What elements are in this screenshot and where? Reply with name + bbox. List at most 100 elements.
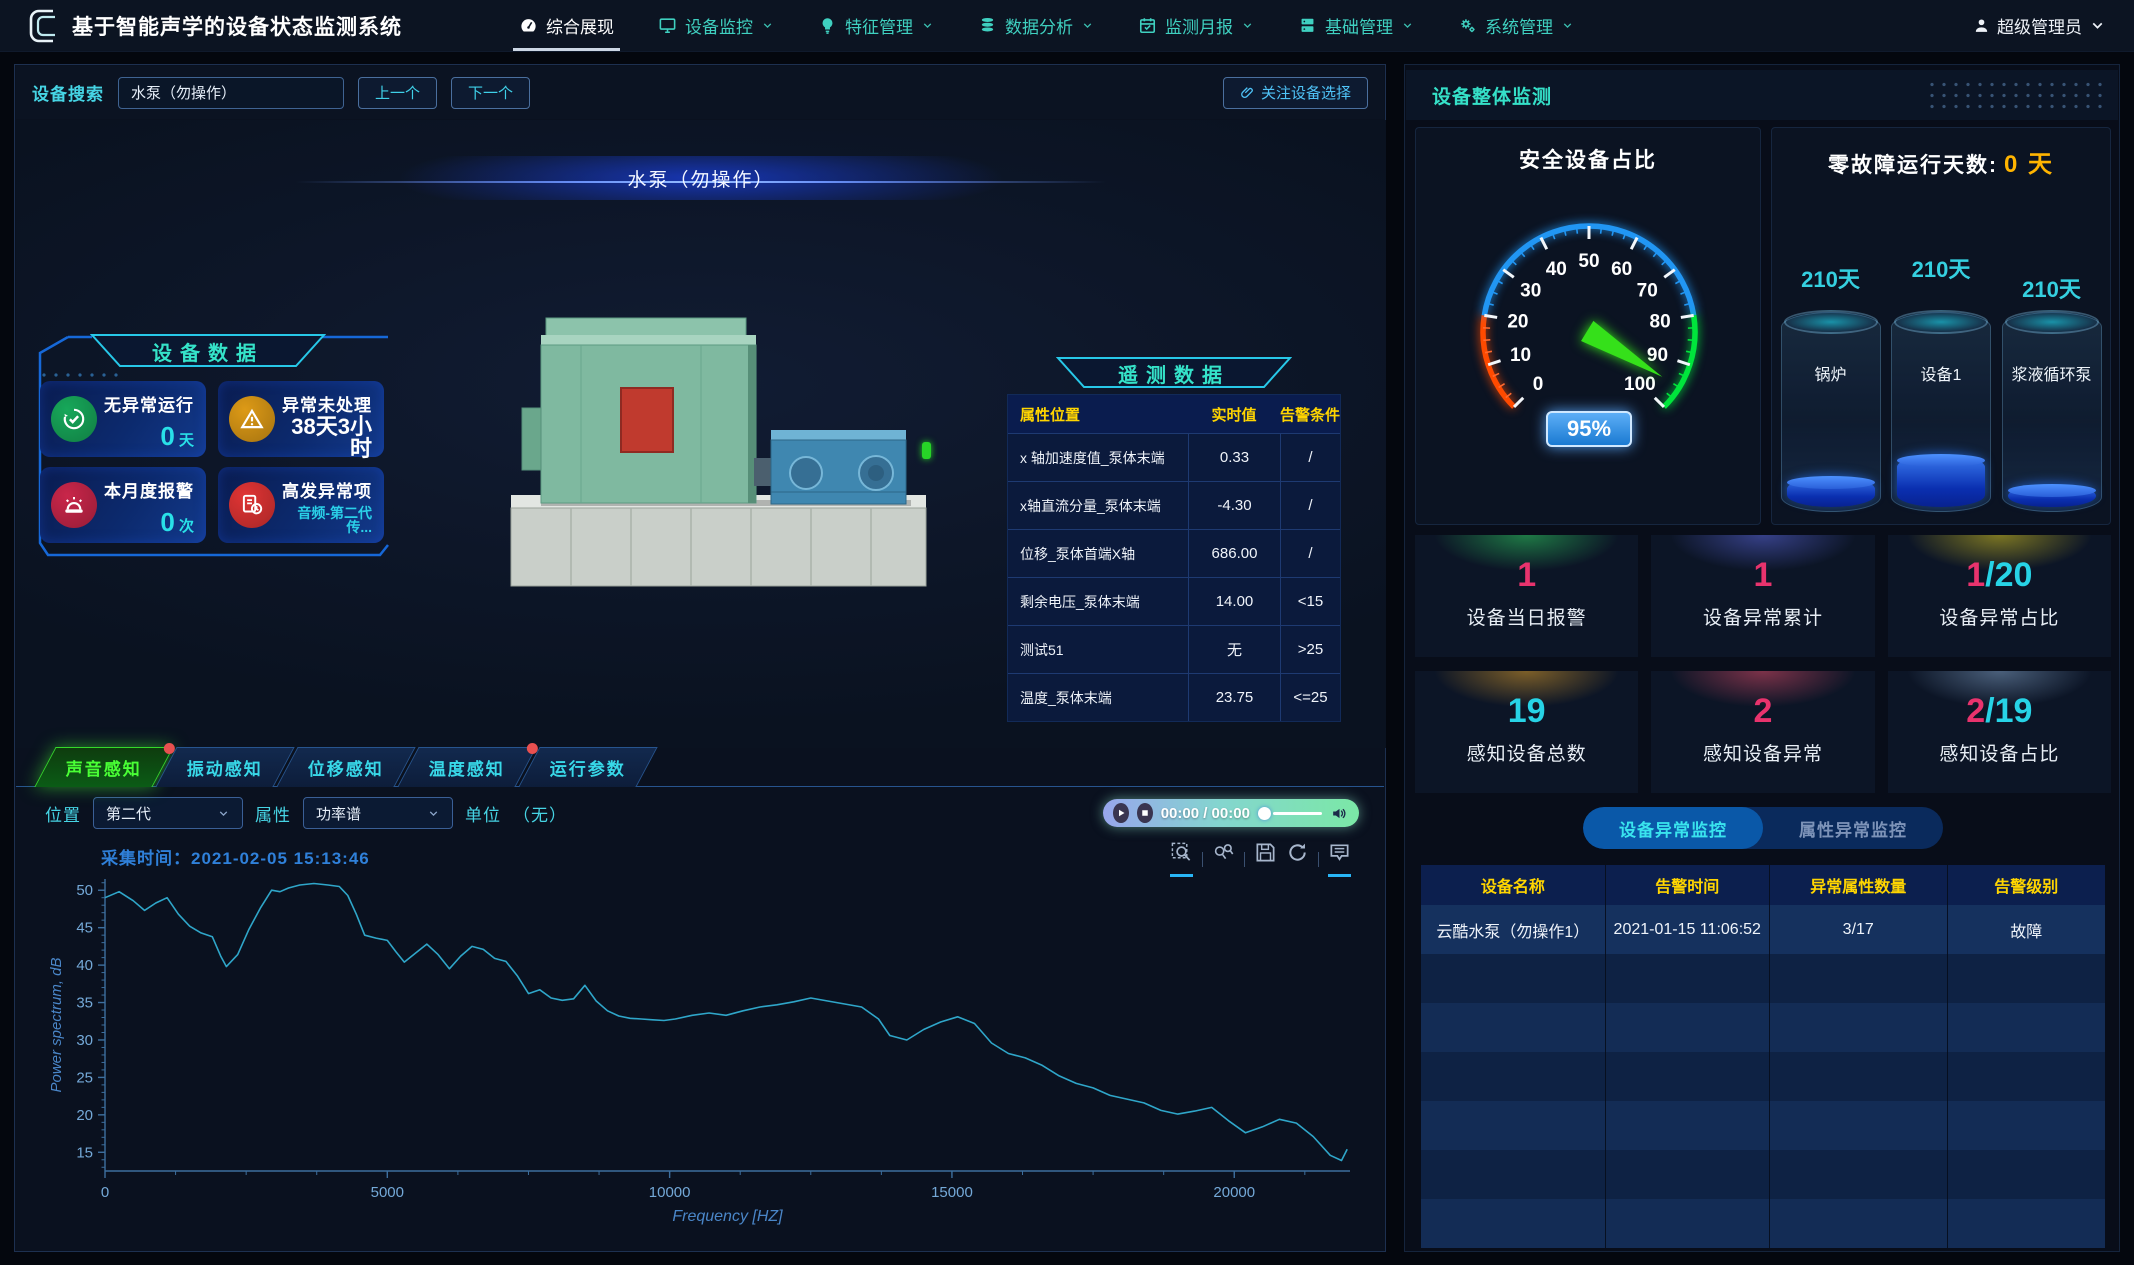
alarm-cell-6-2: [1770, 1199, 1948, 1248]
device-data-card-texts: 无异常运行0 天: [102, 391, 194, 449]
stat-card-4: 2 感知设备异常: [1651, 671, 1874, 793]
device-data-card-label: 本月度报警: [102, 477, 194, 502]
device-data-card-1: 异常未处理38天3小时: [218, 381, 384, 457]
cylinder-liquid: [1787, 477, 1875, 507]
alarm-tab-1[interactable]: 属性异常监控: [1763, 807, 1943, 849]
user-name: 超级管理员: [1997, 13, 2082, 38]
device-search-input[interactable]: [118, 77, 344, 109]
alarm-cell-6-3: [1948, 1199, 2105, 1248]
speaker-icon[interactable]: [1330, 804, 1349, 823]
nav-item-3[interactable]: 数据分析: [956, 0, 1116, 51]
svg-text:15000: 15000: [931, 1184, 973, 1201]
sensing-tab-label: 运行参数: [550, 755, 626, 780]
nav-item-2[interactable]: 特征管理: [796, 0, 956, 51]
cylinder-1: 设备1: [1891, 312, 1991, 512]
sensing-tab-label: 位移感知: [308, 755, 384, 780]
follow-device-select-button[interactable]: 关注设备选择: [1223, 77, 1368, 109]
svg-text:50: 50: [1578, 251, 1599, 272]
alarm-tab-0[interactable]: 设备异常监控: [1583, 807, 1763, 849]
chart-controls-row: 位置 第二代 属性 功率谱 单位 （无） 00:00 / 00:00: [45, 795, 1359, 831]
nav-item-5[interactable]: 基础管理: [1276, 0, 1436, 51]
audio-player: 00:00 / 00:00: [1103, 799, 1359, 827]
telemetry-value: -4.30: [1188, 482, 1280, 529]
alarm-header-3: 告警级别: [1948, 865, 2105, 905]
alarm-cell-6-1: [1606, 1199, 1770, 1248]
user-menu[interactable]: 超级管理员: [1973, 13, 2106, 38]
alarm-icon: [51, 482, 97, 528]
position-select[interactable]: 第二代: [93, 797, 243, 829]
prev-device-button[interactable]: 上一个: [358, 77, 437, 109]
gear-icon: [1458, 16, 1477, 35]
telemetry-condition: /: [1280, 530, 1340, 577]
sensing-tab-0[interactable]: 声音感知: [34, 747, 173, 787]
svg-text:0: 0: [1533, 374, 1544, 395]
next-device-button[interactable]: 下一个: [451, 77, 530, 109]
stat-value: 2/19: [1888, 693, 2111, 730]
device-search-row: 设备搜索 上一个 下一个 关注设备选择: [16, 66, 1384, 119]
play-button[interactable]: [1113, 803, 1129, 823]
cylinder-column-1: 210天设备1: [1889, 252, 1993, 512]
attribute-select[interactable]: 功率谱: [303, 797, 453, 829]
svg-text:Power spectrum, dB: Power spectrum, dB: [48, 957, 65, 1092]
stop-button[interactable]: [1137, 803, 1153, 823]
nav-item-1[interactable]: 设备监控: [636, 0, 796, 51]
telemetry-value: 14.00: [1188, 578, 1280, 625]
position-label: 位置: [45, 801, 81, 826]
sensing-tab-1[interactable]: 振动感知: [155, 747, 294, 787]
alarm-cell-2-1: [1606, 1003, 1770, 1052]
nav-item-4[interactable]: 监测月报: [1116, 0, 1276, 51]
stat-card-2: 1/20设备异常占比: [1888, 535, 2111, 657]
telemetry-attr: 温度_泵体末端: [1008, 674, 1188, 721]
spectrum-chart[interactable]: 152025303540455005000100001500020000Freq…: [19, 871, 1364, 1249]
device-data-card-0: 无异常运行0 天: [40, 381, 206, 457]
chevron-down-icon: [217, 807, 230, 820]
svg-text:0: 0: [101, 1184, 109, 1201]
sensing-tab-4[interactable]: 运行参数: [518, 747, 657, 787]
stat-value: 2: [1651, 693, 1874, 730]
telemetry-title: 遥测数据: [1056, 356, 1292, 390]
seek-slider-track[interactable]: [1273, 812, 1322, 815]
stat-label: 感知设备异常: [1651, 739, 1874, 766]
alarm-cell-1-2: [1770, 954, 1948, 1003]
telemetry-row-3: 剩余电压_泵体末端14.00<15: [1008, 577, 1340, 625]
cylinder-name: 设备1: [1898, 365, 1984, 387]
telemetry-value: 无: [1188, 626, 1280, 673]
nav-item-0[interactable]: 综合展现: [497, 0, 636, 51]
toolbar-separator: [1202, 852, 1203, 867]
alarm-cell-0-1: 2021-01-15 11:06:52: [1606, 905, 1770, 954]
cylinder-0: 锅炉: [1781, 312, 1881, 512]
device-data-title-plate: 设备数据: [90, 333, 326, 369]
sensing-tab-3[interactable]: 温度感知: [397, 747, 536, 787]
3d-viewport[interactable]: 水泵（勿操作）: [16, 120, 1386, 748]
alarm-row-1: [1421, 954, 2105, 1003]
alarm-row-4: [1421, 1101, 2105, 1150]
user-icon: [1973, 17, 1990, 34]
bulb-icon: [818, 16, 837, 35]
svg-text:35: 35: [76, 995, 93, 1012]
alarm-cell-0-3: 故障: [1948, 905, 2105, 954]
chevron-down-icon: [2089, 17, 2106, 34]
alarm-cell-2-0: [1421, 1003, 1606, 1052]
svg-text:100: 100: [1624, 374, 1656, 395]
alarm-row-6: [1421, 1199, 2105, 1248]
alarm-row-2: [1421, 1003, 2105, 1052]
device-data-card-value: 38天3小时: [280, 416, 372, 460]
dashboard-icon: [519, 16, 538, 35]
alarm-row-3: [1421, 1052, 2105, 1101]
nav-item-6[interactable]: 系统管理: [1436, 0, 1596, 51]
svg-text:10000: 10000: [649, 1184, 691, 1201]
stat-label: 设备异常累计: [1651, 603, 1874, 630]
device-data-card-texts: 高发异常项音频-第二代传...: [280, 477, 372, 535]
alarm-cell-3-0: [1421, 1052, 1606, 1101]
telemetry-table: 属性位置实时值告警条件 x 轴加速度值_泵体末端0.33/x轴直流分量_泵体末端…: [1007, 394, 1341, 722]
nav-item-label: 基础管理: [1325, 13, 1393, 38]
stat-cards: 1设备当日报警1设备异常累计1/20设备异常占比19感知设备总数2感知设备异常2…: [1415, 535, 2111, 793]
overview-header: 设备整体监测: [1406, 70, 2118, 120]
cylinder-liquid: [1897, 455, 1985, 507]
svg-text:30: 30: [1520, 281, 1541, 302]
telemetry-value: 23.75: [1188, 674, 1280, 721]
sensing-tab-2[interactable]: 位移感知: [276, 747, 415, 787]
seek-slider-thumb[interactable]: [1258, 807, 1271, 820]
alarm-cell-4-0: [1421, 1101, 1606, 1150]
safe-device-gauge-card: 安全设备占比 010203040506070809010095%: [1415, 127, 1761, 525]
